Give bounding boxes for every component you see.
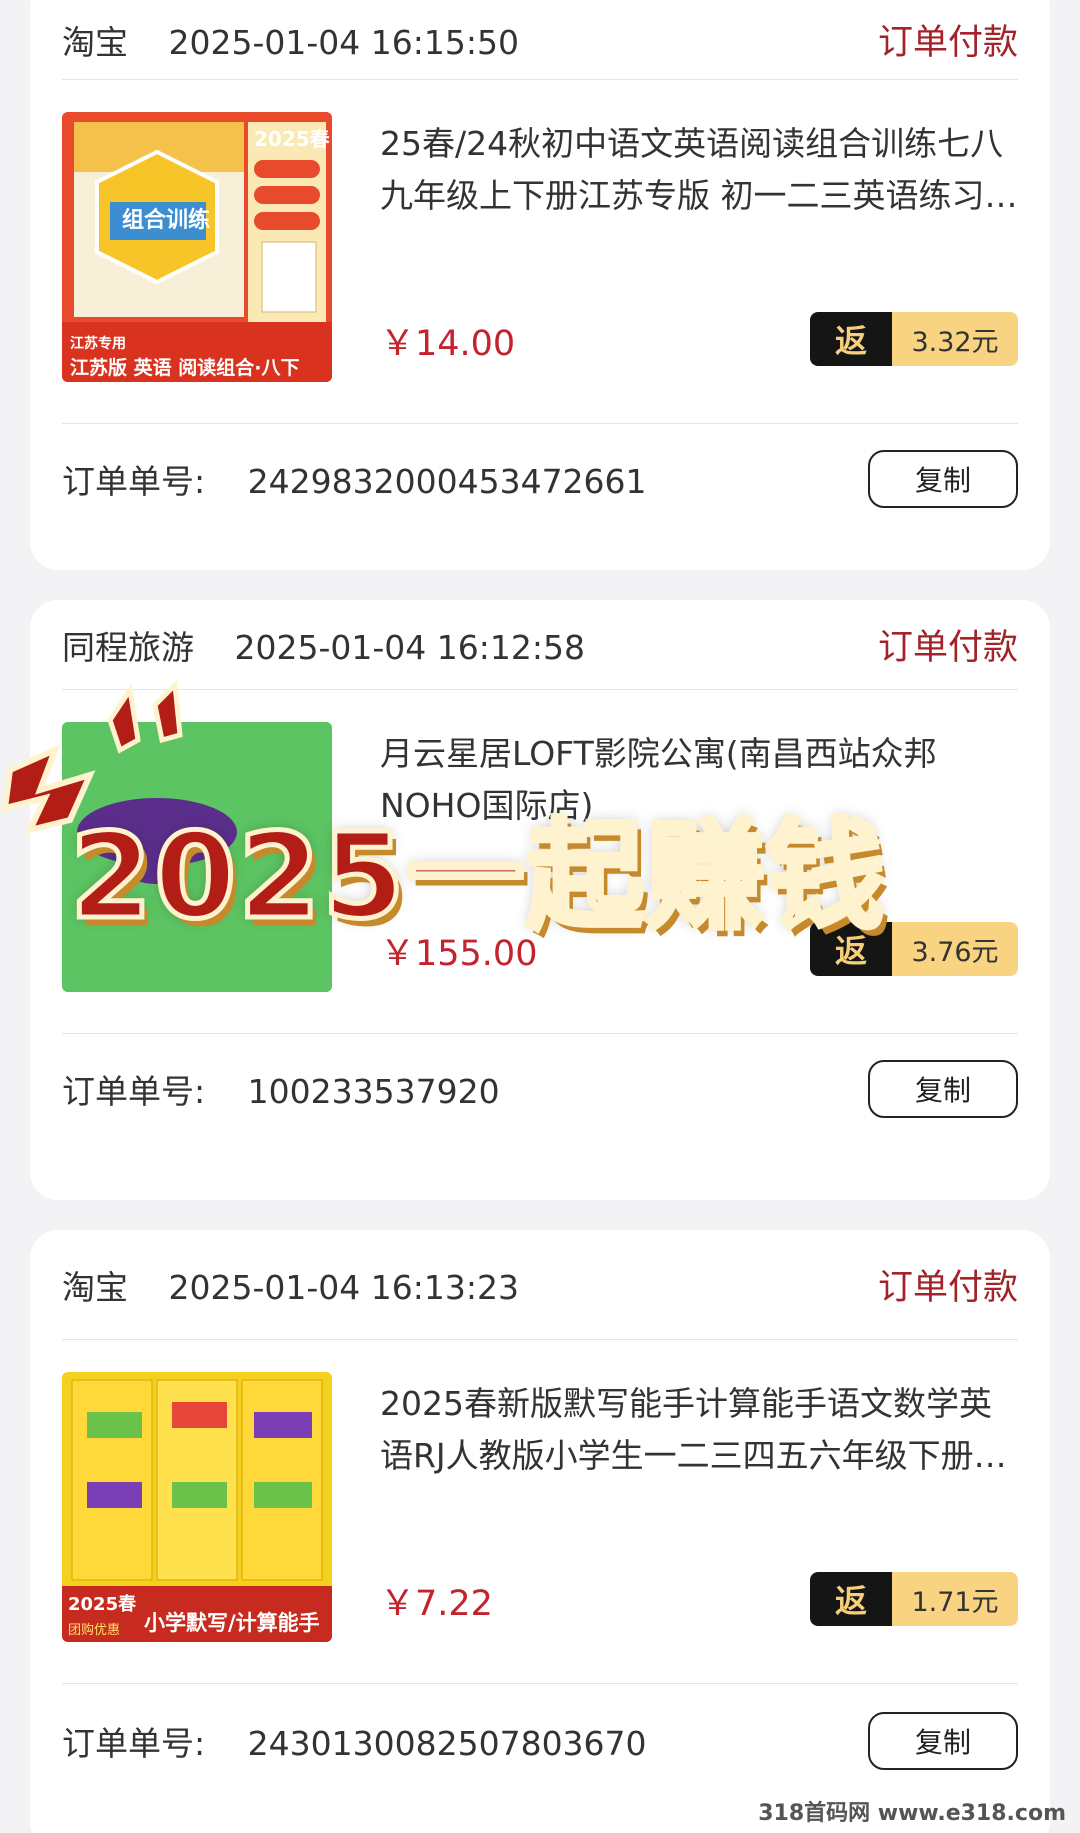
order-number: 订单单号: 2430130082507803670: [62, 1717, 647, 1765]
order-number-row: 订单单号: 100233537920 复制: [62, 1034, 1018, 1144]
order-header: 淘宝 2025-01-04 16:13:23 订单付款: [62, 1230, 1018, 1340]
order-status: 订单付款: [877, 23, 1018, 63]
svg-text:江苏版 英语 阅读组合·八下: 江苏版 英语 阅读组合·八下: [70, 356, 299, 379]
product-price: ￥7.22: [380, 1584, 493, 1624]
rebate-badge: 返 3.32元: [810, 312, 1018, 366]
svg-text:组合训练: 组合训练: [122, 207, 210, 233]
order-header: 淘宝 2025-01-04 16:15:50 订单付款: [62, 0, 1018, 80]
rebate-tag: 返: [810, 312, 892, 366]
order-status: 订单付款: [877, 1268, 1018, 1308]
order-number-row: 订单单号: 2430130082507803670 复制: [62, 1686, 1018, 1796]
order-number-value: 2430130082507803670: [247, 1724, 647, 1763]
rebate-amount: 3.32元: [892, 312, 1018, 366]
platform-name: 同程旅游: [62, 627, 194, 667]
copy-button[interactable]: 复制: [868, 1060, 1018, 1118]
order-status: 订单付款: [877, 628, 1018, 668]
order-time: 2025-01-04 16:12:58: [234, 627, 585, 667]
product-row[interactable]: 2025春 团购优惠 小学默写/计算能手 2025春新版默写能手计算能手语文数学…: [62, 1340, 1018, 1684]
order-number-value: 2429832000453472661: [247, 462, 647, 501]
platform-name: 淘宝: [62, 22, 128, 62]
order-time: 2025-01-04 16:13:23: [168, 1267, 519, 1307]
product-title[interactable]: 2025春新版默写能手计算能手语文数学英语RJ人教版小学生一二三四五六年级下册同…: [380, 1378, 1018, 1482]
order-number: 订单单号: 2429832000453472661: [62, 455, 647, 503]
order-meta: 同程旅游 2025-01-04 16:12:58: [62, 621, 585, 669]
svg-text:江苏专用: 江苏专用: [70, 335, 126, 352]
order-number-value: 100233537920: [247, 1072, 500, 1111]
order-number-row: 订单单号: 2429832000453472661 复制: [62, 424, 1018, 534]
order-number-label: 订单单号:: [62, 462, 206, 501]
order-meta: 淘宝 2025-01-04 16:13:23: [62, 1261, 519, 1309]
order-number-label: 订单单号:: [62, 1724, 206, 1763]
order-card-3[interactable]: 淘宝 2025-01-04 16:13:23 订单付款 2025春 团购优惠 小…: [30, 1230, 1050, 1833]
svg-text:2025春: 2025春: [68, 1593, 137, 1615]
rebate-tag: 返: [810, 1572, 892, 1626]
copy-button[interactable]: 复制: [868, 450, 1018, 508]
product-row[interactable]: 2025春 江苏专用 江苏版 英语 阅读组合·八下 组合训练 25春/24秋初中…: [62, 80, 1018, 424]
rebate-badge: 返 1.71元: [810, 1572, 1018, 1626]
site-watermark: 318首码网 www.e318.com: [758, 1801, 1066, 1826]
svg-text:团购优惠: 团购优惠: [68, 1622, 120, 1638]
product-title[interactable]: 25春/24秋初中语文英语阅读组合训练七八九年级上下册江苏专版 初一二三英语练习…: [380, 118, 1018, 222]
copy-button[interactable]: 复制: [868, 1712, 1018, 1770]
order-card-1[interactable]: 淘宝 2025-01-04 16:15:50 订单付款 2025春 江苏专用 江…: [30, 0, 1050, 570]
product-price: ￥14.00: [380, 324, 516, 364]
order-time: 2025-01-04 16:15:50: [168, 22, 519, 62]
order-header: 同程旅游 2025-01-04 16:12:58 订单付款: [62, 600, 1018, 690]
svg-text:小学默写/计算能手: 小学默写/计算能手: [144, 1611, 320, 1635]
order-number-label: 订单单号:: [62, 1072, 206, 1111]
book-cover-image: 2025春 江苏专用 江苏版 英语 阅读组合·八下 组合训练: [62, 112, 332, 382]
product-thumbnail[interactable]: 2025春 江苏专用 江苏版 英语 阅读组合·八下 组合训练: [62, 112, 332, 382]
book-cover-image: 2025春 团购优惠 小学默写/计算能手: [62, 1372, 332, 1642]
product-thumbnail[interactable]: 2025春 团购优惠 小学默写/计算能手: [62, 1372, 332, 1642]
platform-name: 淘宝: [62, 1267, 128, 1307]
promo-banner-text: 2025一起赚钱: [67, 805, 887, 948]
cover-badge-text: 2025春: [254, 127, 331, 151]
order-meta: 淘宝 2025-01-04 16:15:50: [62, 16, 519, 64]
rebate-amount: 3.76元: [892, 922, 1018, 976]
order-number: 订单单号: 100233537920: [62, 1065, 500, 1113]
rebate-amount: 1.71元: [892, 1572, 1018, 1626]
